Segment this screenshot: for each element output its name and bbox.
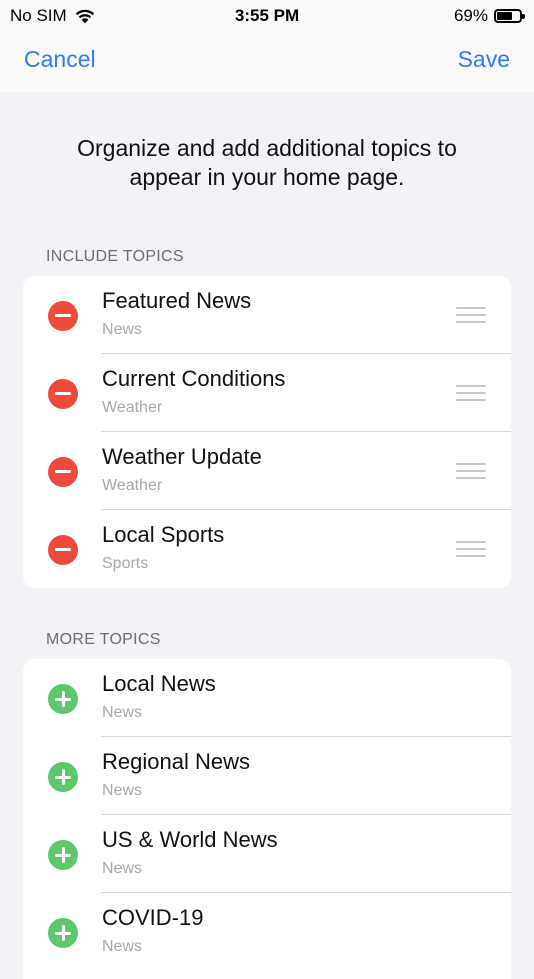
drag-handle-icon[interactable] [456, 385, 486, 401]
battery-icon [494, 9, 525, 23]
topic-subtitle: Weather [102, 399, 163, 416]
list-item: Current Conditions Weather [23, 354, 511, 432]
topic-title: Current Conditions [102, 366, 286, 391]
add-icon[interactable] [48, 840, 78, 870]
remove-icon[interactable] [48, 301, 78, 331]
list-item: Featured News News [23, 276, 511, 354]
navigation-bar: Cancel Save [0, 30, 534, 92]
drag-handle-icon[interactable] [456, 463, 486, 479]
topic-subtitle: News [102, 938, 143, 955]
topic-subtitle: News [102, 860, 143, 877]
cancel-button[interactable]: Cancel [24, 46, 96, 73]
list-item: COVID-19 News [23, 893, 511, 971]
more-topics-header: MORE TOPICS [46, 631, 161, 648]
more-topics-list: Local News News Regional News News US & … [23, 659, 511, 979]
save-button[interactable]: Save [458, 46, 510, 73]
remove-icon[interactable] [48, 535, 78, 565]
battery-tip [522, 14, 525, 19]
list-item: Local News News [23, 659, 511, 737]
drag-handle-icon[interactable] [456, 541, 486, 557]
list-item: Local Sports Sports [23, 510, 511, 588]
topic-title: COVID-19 [102, 905, 204, 930]
list-item: Weather Update Weather [23, 432, 511, 510]
remove-icon[interactable] [48, 457, 78, 487]
include-topics-header: INCLUDE TOPICS [46, 248, 184, 265]
list-item: US & World News News [23, 815, 511, 893]
include-topics-list: Featured News News Current Conditions We… [23, 276, 511, 588]
topic-subtitle: News [102, 782, 143, 799]
topic-title: Weather Update [102, 444, 262, 469]
topic-subtitle: News [102, 704, 143, 721]
topic-title: Local News [102, 671, 216, 696]
add-icon[interactable] [48, 684, 78, 714]
topic-title: US & World News [102, 827, 278, 852]
topic-subtitle: Sports [102, 555, 149, 572]
topic-subtitle: Weather [102, 477, 163, 494]
battery-percent: 69% [453, 6, 488, 25]
topic-title: Featured News [102, 288, 252, 313]
add-icon[interactable] [48, 918, 78, 948]
add-icon[interactable] [48, 762, 78, 792]
list-item: Regional News News [23, 737, 511, 815]
battery-fill [497, 12, 513, 20]
status-right: 69% [453, 6, 525, 26]
remove-icon[interactable] [48, 379, 78, 409]
drag-handle-icon[interactable] [456, 307, 486, 323]
intro-text: Organize and add additional topics to ap… [77, 135, 457, 190]
topic-title: Regional News [102, 749, 250, 774]
topic-subtitle: News [102, 321, 143, 338]
status-bar: No SIM 3:55 PM 69% [0, 0, 534, 30]
topic-title: Local Sports [102, 522, 225, 547]
